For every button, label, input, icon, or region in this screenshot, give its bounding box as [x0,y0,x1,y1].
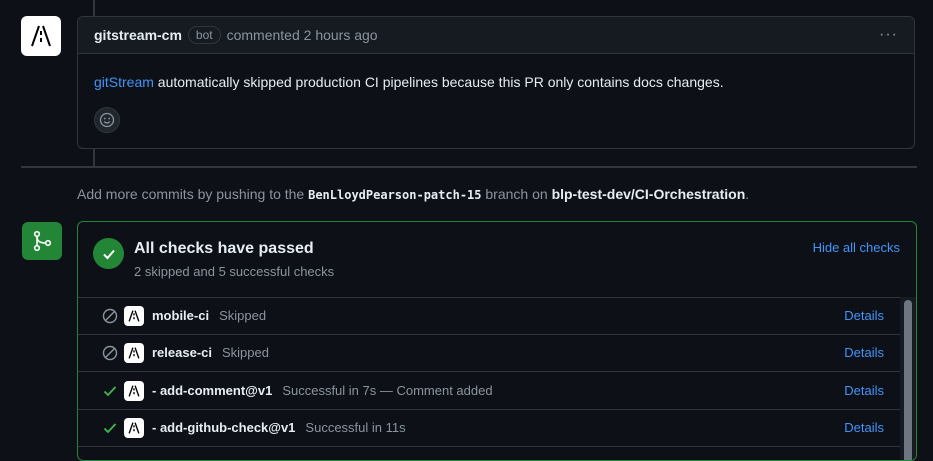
comment-author[interactable]: gitstream-cm [94,27,182,43]
add-reaction-button[interactable] [94,107,120,133]
check-description: Skipped [219,308,267,323]
bot-badge: bot [187,26,221,44]
timeline-divider [21,166,917,168]
check-description: Skipped [222,345,269,360]
push-hint-prefix: Add more commits by pushing to the [77,186,309,202]
branch-name[interactable]: BenLloydPearson-patch-15 [308,188,481,202]
comment-menu-icon[interactable]: ··· [879,26,898,44]
gitstream-logo-icon [124,342,144,363]
check-description: Successful in 7s — Comment added [282,383,493,398]
repo-link[interactable]: blp-test-dev/CI-Orchestration [552,186,746,202]
check-row: mobile-ci Skipped Details [78,297,900,335]
check-name: release-ci [152,345,212,360]
checks-subtitle: 2 skipped and 5 successful checks [134,264,335,279]
check-name: - add-github-check@v1 [152,420,296,435]
gitstream-logo-icon [124,380,144,401]
scrollbar-thumb[interactable] [904,300,912,460]
check-description: Successful in 11s [305,420,406,435]
skipped-icon [102,345,118,361]
comment-body-text: automatically skipped production CI pipe… [153,74,724,90]
check-icon [102,420,118,436]
check-row: - add-github-check@v1 Successful in 11s … [78,409,900,447]
comment-card: gitstream-cm bot commented 2 hours ago ·… [77,16,915,149]
smiley-icon [99,112,115,128]
details-link[interactable]: Details [844,420,884,435]
git-merge-icon [22,222,62,260]
details-link[interactable]: Details [844,345,884,360]
check-name: - add-comment@v1 [152,383,273,398]
details-link[interactable]: Details [844,308,884,323]
checks-passed-icon [93,238,124,269]
bot-avatar[interactable] [21,16,61,56]
push-hint-suffix: . [745,186,750,202]
gitstream-logo-icon [31,25,51,47]
details-link[interactable]: Details [844,383,884,398]
push-hint: Add more commits by pushing to the BenLl… [77,186,749,202]
checks-title: All checks have passed [134,240,314,257]
comment-timestamp[interactable]: commented 2 hours ago [227,27,378,43]
gitstream-logo-icon [124,305,144,326]
skipped-icon [102,308,118,324]
hide-all-checks-link[interactable]: Hide all checks [813,240,900,255]
gitstream-link[interactable]: gitStream [94,74,154,90]
gitstream-logo-icon [124,417,144,438]
comment-header: gitstream-cm bot commented 2 hours ago ·… [78,17,914,54]
check-row: release-ci Skipped Details [78,334,900,372]
check-name: mobile-ci [152,308,210,323]
push-hint-middle: branch on [481,186,552,202]
check-row: - add-comment@v1 Successful in 7s — Comm… [78,372,900,410]
checks-panel: All checks have passed 2 skipped and 5 s… [77,221,917,461]
comment-body: gitStream automatically skipped producti… [78,54,914,90]
checks-header: All checks have passed 2 skipped and 5 s… [78,222,916,298]
check-icon [102,383,118,399]
